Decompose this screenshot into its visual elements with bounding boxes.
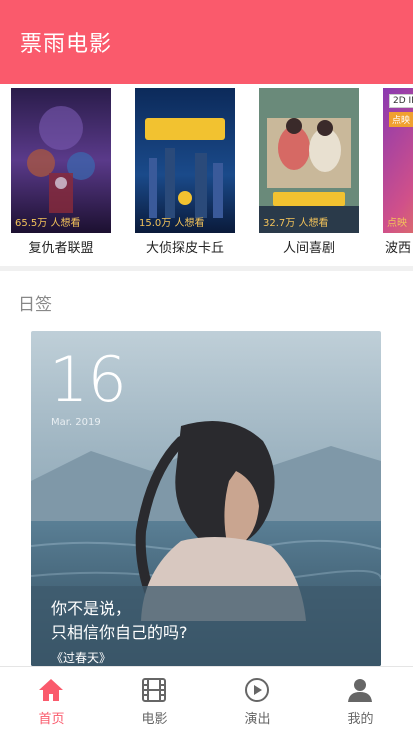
quote-line-1: 你不是说， <box>51 599 132 618</box>
app-header: 票雨电影 <box>0 0 413 84</box>
movie-carousel[interactable]: 65.5万 人想看 复仇者联盟 15.0万 人想看 大侦探皮卡丘 32.7万 人… <box>0 84 413 264</box>
movie-name[interactable]: 波西 <box>385 237 413 256</box>
tab-shows[interactable]: 演出 <box>206 667 309 737</box>
partial-poster-icon <box>383 88 413 233</box>
play-circle-icon <box>245 678 269 702</box>
movie-name[interactable]: 人间喜剧 <box>259 237 359 256</box>
home-icon <box>39 679 63 701</box>
movie-name[interactable]: 复仇者联盟 <box>11 237 111 256</box>
tab-profile[interactable]: 我的 <box>309 667 412 737</box>
format-badge: 2D IM <box>389 94 413 108</box>
movie-poster[interactable]: 32.7万 人想看 <box>259 88 359 233</box>
avengers-poster-icon <box>11 88 111 233</box>
movie-poster[interactable]: 15.0万 人想看 <box>135 88 235 233</box>
month-year: Mar. 2019 <box>51 417 101 428</box>
want-count: 点映 <box>387 218 407 229</box>
want-count: 65.5万 人想看 <box>15 218 81 229</box>
movie-name[interactable]: 大侦探皮卡丘 <box>135 237 235 256</box>
tab-home[interactable]: 首页 <box>0 667 103 737</box>
film-icon <box>142 678 166 702</box>
comedy-poster-icon <box>259 88 359 233</box>
user-icon <box>348 679 372 702</box>
want-count: 15.0万 人想看 <box>139 218 205 229</box>
bottom-tab-bar: 首页 电影 演出 我的 <box>0 666 413 737</box>
tab-label: 我的 <box>347 712 374 727</box>
movie-poster[interactable]: 65.5万 人想看 <box>11 88 111 233</box>
movie-poster[interactable]: 2D IM 点映 点映 <box>383 88 413 233</box>
tab-label: 首页 <box>38 712 65 727</box>
tab-label: 电影 <box>141 712 168 727</box>
section-title: 日签 <box>18 295 52 315</box>
day-number: 16 <box>49 343 127 416</box>
tab-movies[interactable]: 电影 <box>103 667 206 737</box>
pikachu-poster-icon <box>135 88 235 233</box>
app-title: 票雨电影 <box>20 32 113 57</box>
tab-label: 演出 <box>244 712 271 727</box>
quote-line-2: 只相信你自己的吗? <box>51 623 188 642</box>
screening-badge: 点映 <box>389 112 413 127</box>
want-count: 32.7万 人想看 <box>263 218 329 229</box>
daily-sign-card[interactable]: 16 Mar. 2019 你不是说， 只相信你自己的吗? 《过春天》 <box>31 331 381 666</box>
section-divider <box>0 266 413 271</box>
quote-source: 《过春天》 <box>51 651 112 665</box>
